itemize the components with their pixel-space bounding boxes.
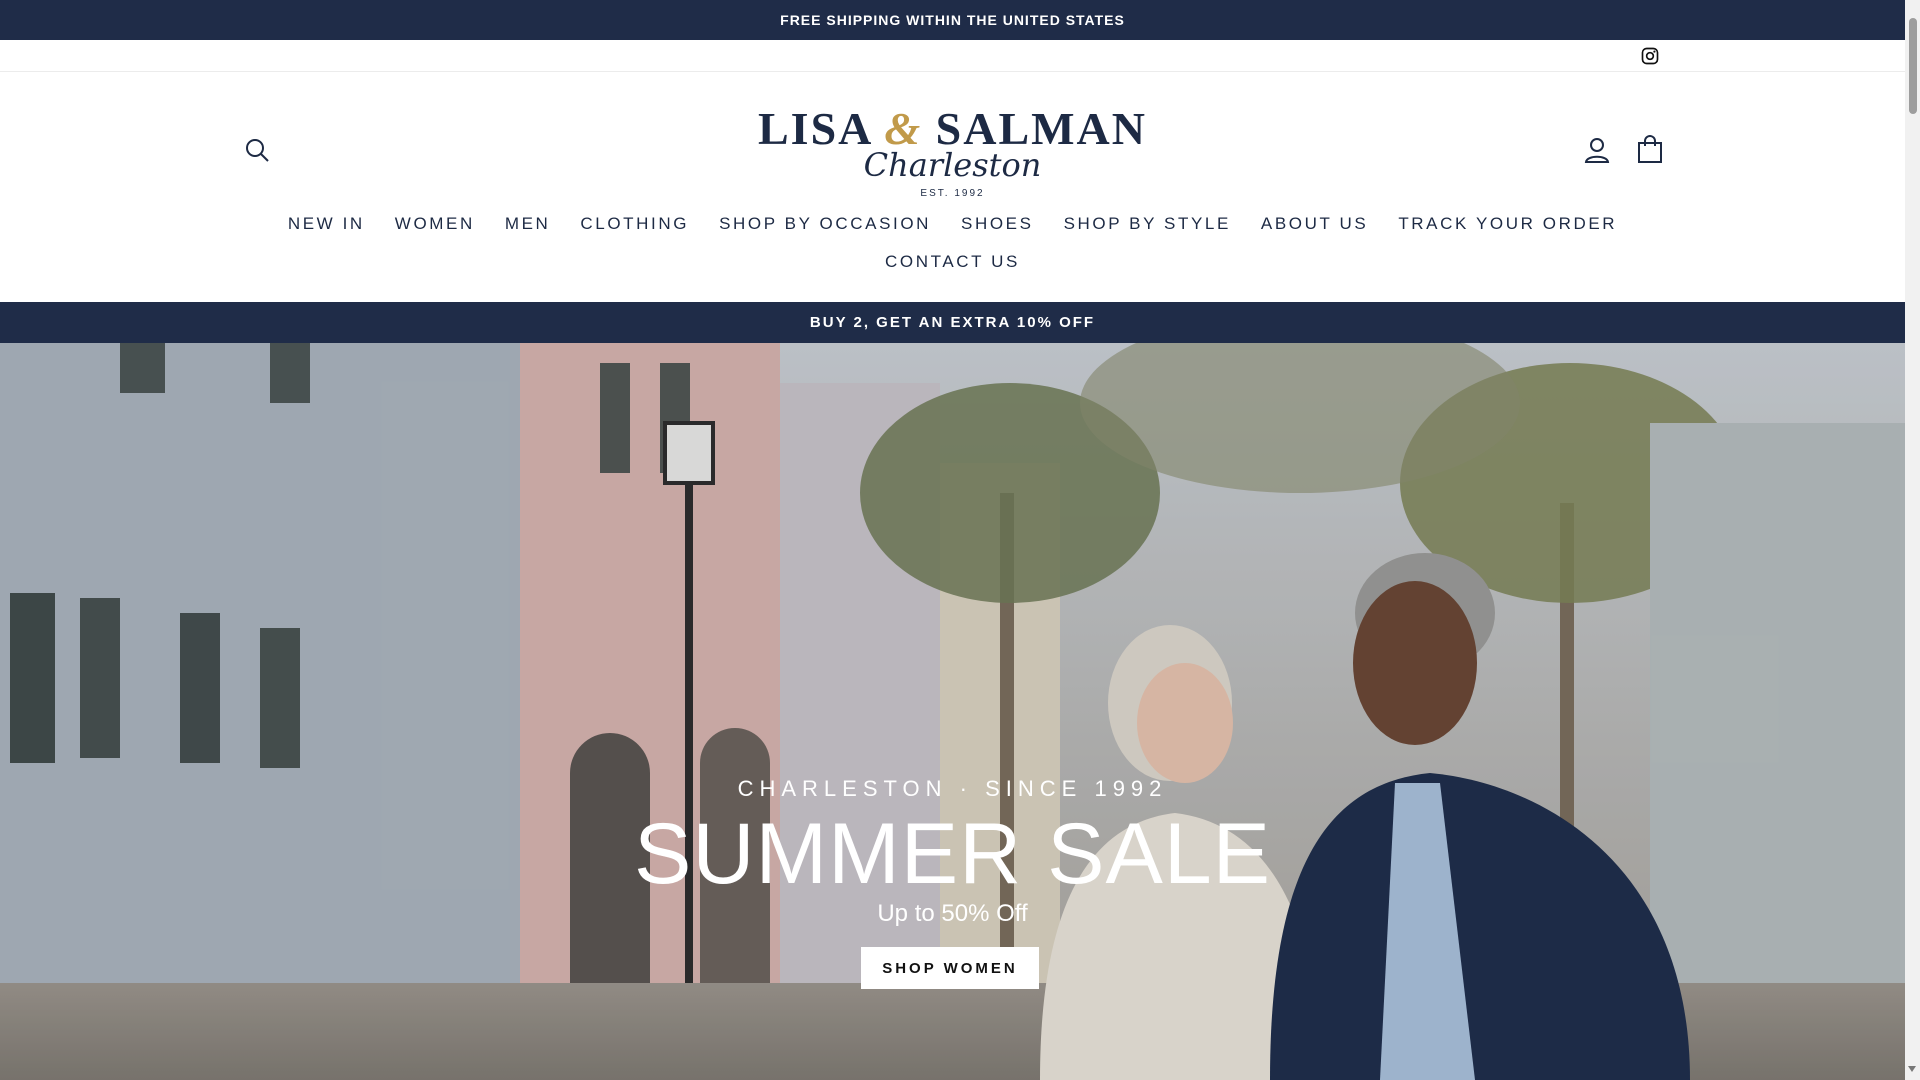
main-nav-row-2: CONTACT US: [0, 252, 1905, 272]
utility-bar: [0, 40, 1905, 72]
logo-script: Charleston: [863, 146, 1042, 184]
nav-item-shoes[interactable]: SHOES: [946, 214, 1049, 234]
nav-item-clothing[interactable]: CLOTHING: [565, 214, 704, 234]
instagram-icon[interactable]: [1640, 46, 1660, 66]
announcement-bar: FREE SHIPPING WITHIN THE UNITED STATES: [0, 0, 1905, 40]
site-header: LISA & SALMAN Charleston EST. 1992 NEW I…: [0, 72, 1905, 302]
hero-title: SUMMER SALE: [633, 806, 1272, 902]
nav-item-men[interactable]: MEN: [490, 214, 566, 234]
search-icon[interactable]: [243, 136, 271, 164]
announcement-text: FREE SHIPPING WITHIN THE UNITED STATES: [780, 12, 1125, 28]
nav-item-women[interactable]: WOMEN: [380, 214, 490, 234]
scrollbar[interactable]: [1905, 0, 1920, 1080]
user-icon[interactable]: [1583, 136, 1611, 164]
nav-item-contact-us[interactable]: CONTACT US: [870, 252, 1035, 272]
site-logo[interactable]: LISA & SALMAN Charleston EST. 1992: [755, 102, 1150, 202]
nav-item-shop-by-style[interactable]: SHOP BY STYLE: [1049, 214, 1246, 234]
shop-women-button[interactable]: SHOP WOMEN: [861, 947, 1039, 989]
nav-item-about-us[interactable]: ABOUT US: [1246, 214, 1383, 234]
hero-eyebrow: CHARLESTON · SINCE 1992: [737, 776, 1168, 801]
shopping-bag-icon[interactable]: [1636, 134, 1664, 164]
hero-banner: CHARLESTON · SINCE 1992 SUMMER SALE Up t…: [0, 343, 1905, 1080]
nav-item-new-in[interactable]: NEW IN: [273, 214, 380, 234]
main-nav: NEW IN WOMEN MEN CLOTHING SHOP BY OCCASI…: [0, 214, 1905, 234]
scrollbar-thumb[interactable]: [1909, 18, 1917, 114]
hero-subtitle: Up to 50% Off: [877, 900, 1028, 927]
nav-item-shop-by-occasion[interactable]: SHOP BY OCCASION: [704, 214, 946, 234]
nav-item-track-order[interactable]: TRACK YOUR ORDER: [1383, 214, 1632, 234]
scroll-down-arrow-icon[interactable]: [1908, 1066, 1916, 1072]
logo-established: EST. 1992: [920, 188, 985, 199]
promo-text: BUY 2, GET AN EXTRA 10% OFF: [809, 314, 1096, 331]
promo-bar: BUY 2, GET AN EXTRA 10% OFF: [0, 302, 1905, 343]
